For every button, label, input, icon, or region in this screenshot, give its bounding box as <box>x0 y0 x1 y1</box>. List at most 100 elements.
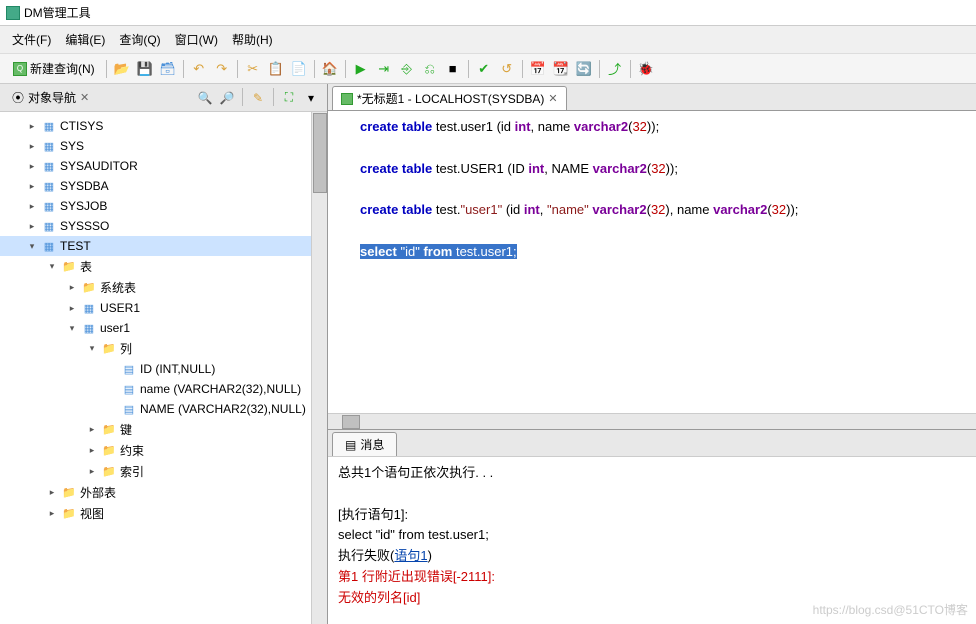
commit-icon[interactable]: ✔ <box>473 58 495 80</box>
tree-item[interactable]: ▤NAME (VARCHAR2(32),NULL) <box>0 399 327 419</box>
code-line: create table test.user1 (id int, name va… <box>360 117 968 138</box>
expand-icon[interactable]: ⛶ <box>279 88 299 108</box>
plan-icon[interactable]: 📅 <box>527 58 549 80</box>
stop-icon[interactable]: ■ <box>442 58 464 80</box>
tree-item[interactable]: ▸📁约束 <box>0 440 327 461</box>
menu-icon[interactable]: ▾ <box>301 88 321 108</box>
close-icon[interactable]: ✕ <box>80 91 89 104</box>
tree-item[interactable]: ▾📁列 <box>0 338 327 359</box>
tree-item[interactable]: ▾▦user1 <box>0 318 327 338</box>
tree-item-label: USER1 <box>100 301 140 315</box>
plan2-icon[interactable]: 📆 <box>550 58 572 80</box>
tree-item[interactable]: ▸📁索引 <box>0 461 327 482</box>
tree-arrow-icon[interactable]: ▸ <box>26 181 38 192</box>
tree-arrow-icon[interactable]: ▸ <box>26 221 38 232</box>
menu-edit[interactable]: 编辑(E) <box>59 28 111 51</box>
tree-arrow-icon[interactable]: ▸ <box>66 282 78 293</box>
tree-item[interactable]: ▸▦USER1 <box>0 298 327 318</box>
tree-arrow-icon[interactable]: ▸ <box>46 508 58 519</box>
save-all-icon[interactable]: 🗃 <box>157 58 179 80</box>
folder-icon: 📁 <box>101 443 117 459</box>
run-block-icon[interactable]: ⎆ <box>396 58 418 80</box>
undo-icon[interactable]: ↶ <box>188 58 210 80</box>
tree-item[interactable]: ▤name (VARCHAR2(32),NULL) <box>0 379 327 399</box>
separator <box>345 60 346 78</box>
close-icon[interactable]: ✕ <box>548 92 557 105</box>
messages-panel: ▤ 消息 总共1个语句正依次执行. . . [执行语句1]: select "i… <box>328 429 976 624</box>
tree-item[interactable]: ▸📁系统表 <box>0 277 327 298</box>
tree-arrow-icon[interactable]: ▸ <box>26 201 38 212</box>
messages-body[interactable]: 总共1个语句正依次执行. . . [执行语句1]: select "id" fr… <box>328 457 976 624</box>
tree-item[interactable]: ▸▦SYS <box>0 136 327 156</box>
export-icon[interactable]: ⤴ <box>604 58 626 80</box>
cut-icon[interactable]: ✂ <box>242 58 264 80</box>
tree-item[interactable]: ▸📁键 <box>0 419 327 440</box>
menu-bar: 文件(F) 编辑(E) 查询(Q) 窗口(W) 帮助(H) <box>0 26 976 53</box>
new-query-button[interactable]: Q 新建查询(N) <box>6 57 102 80</box>
tree-item[interactable]: ▸📁视图 <box>0 503 327 524</box>
edit-icon[interactable]: ✎ <box>248 88 268 108</box>
search-icon[interactable]: 🔍 <box>195 88 215 108</box>
sql-editor[interactable]: create table test.user1 (id int, name va… <box>328 111 976 413</box>
tree-arrow-icon[interactable]: ▸ <box>26 121 38 132</box>
scroll-thumb[interactable] <box>342 415 360 429</box>
home-icon[interactable]: 🏠 <box>319 58 341 80</box>
vertical-scrollbar[interactable] <box>311 112 327 624</box>
tree-arrow-icon[interactable]: ▸ <box>86 445 98 456</box>
tree-item[interactable]: ▸▦SYSDBA <box>0 176 327 196</box>
tree-arrow-icon[interactable]: ▸ <box>46 487 58 498</box>
folder-icon: 📁 <box>101 422 117 438</box>
messages-tab[interactable]: ▤ 消息 <box>332 432 397 456</box>
folder-icon: 📁 <box>61 506 77 522</box>
copy-icon[interactable]: 📋 <box>265 58 287 80</box>
run-icon[interactable]: ▶ <box>350 58 372 80</box>
tree-item[interactable]: ▤ID (INT,NULL) <box>0 359 327 379</box>
refresh-icon[interactable]: 🔄 <box>573 58 595 80</box>
scroll-thumb[interactable] <box>313 113 327 193</box>
run-script-icon[interactable]: ⎌ <box>419 58 441 80</box>
open-icon[interactable]: 📂 <box>111 58 133 80</box>
tree-item[interactable]: ▾📁表 <box>0 256 327 277</box>
tree-item-label: 约束 <box>120 442 144 459</box>
horizontal-scrollbar[interactable] <box>328 413 976 429</box>
save-icon[interactable]: 💾 <box>134 58 156 80</box>
tree-item-label: 系统表 <box>100 279 136 296</box>
tree-item[interactable]: ▾▦TEST <box>0 236 327 256</box>
tree-arrow-icon[interactable]: ▾ <box>26 241 38 252</box>
paste-icon[interactable]: 📄 <box>288 58 310 80</box>
separator <box>273 88 274 106</box>
tree-arrow-icon[interactable]: ▾ <box>86 343 98 354</box>
tree-arrow-icon[interactable]: ▸ <box>66 303 78 314</box>
run-step-icon[interactable]: ⇥ <box>373 58 395 80</box>
menu-file[interactable]: 文件(F) <box>6 28 57 51</box>
folder-icon: 📁 <box>81 280 97 296</box>
menu-window[interactable]: 窗口(W) <box>169 28 224 51</box>
tree-arrow-icon[interactable]: ▸ <box>86 424 98 435</box>
tree-item-label: CTISYS <box>60 119 103 133</box>
redo-icon[interactable]: ↷ <box>211 58 233 80</box>
statement-link[interactable]: 语句1 <box>394 548 427 563</box>
code-line: create table test.USER1 (ID int, NAME va… <box>360 159 968 180</box>
rollback-icon[interactable]: ↺ <box>496 58 518 80</box>
editor-tab[interactable]: *无标题1 - LOCALHOST(SYSDBA) ✕ <box>332 86 567 110</box>
object-tree[interactable]: ▸▦CTISYS▸▦SYS▸▦SYSAUDITOR▸▦SYSDBA▸▦SYSJO… <box>0 112 327 624</box>
tree-item[interactable]: ▸▦SYSSSO <box>0 216 327 236</box>
tree-item[interactable]: ▸▦SYSAUDITOR <box>0 156 327 176</box>
nav-tab[interactable]: ⦿ 对象导航 ✕ <box>6 87 95 108</box>
menu-query[interactable]: 查询(Q) <box>113 28 166 51</box>
tree-arrow-icon[interactable]: ▾ <box>66 323 78 334</box>
tree-item[interactable]: ▸📁外部表 <box>0 482 327 503</box>
tree-item[interactable]: ▸▦CTISYS <box>0 116 327 136</box>
tree-arrow-icon[interactable]: ▸ <box>26 161 38 172</box>
tree-arrow-icon[interactable]: ▸ <box>86 466 98 477</box>
debug-icon[interactable]: 🐞 <box>635 58 657 80</box>
schema-icon: ▦ <box>41 118 57 134</box>
tree-arrow-icon[interactable]: ▸ <box>26 141 38 152</box>
tree-item[interactable]: ▸▦SYSJOB <box>0 196 327 216</box>
filter-icon[interactable]: 🔎 <box>217 88 237 108</box>
tree-item-label: 索引 <box>120 463 144 480</box>
tree-arrow-icon[interactable]: ▾ <box>46 261 58 272</box>
tree-item-label: SYSSSO <box>60 219 109 233</box>
menu-help[interactable]: 帮助(H) <box>226 28 279 51</box>
new-query-label: 新建查询(N) <box>30 60 95 77</box>
